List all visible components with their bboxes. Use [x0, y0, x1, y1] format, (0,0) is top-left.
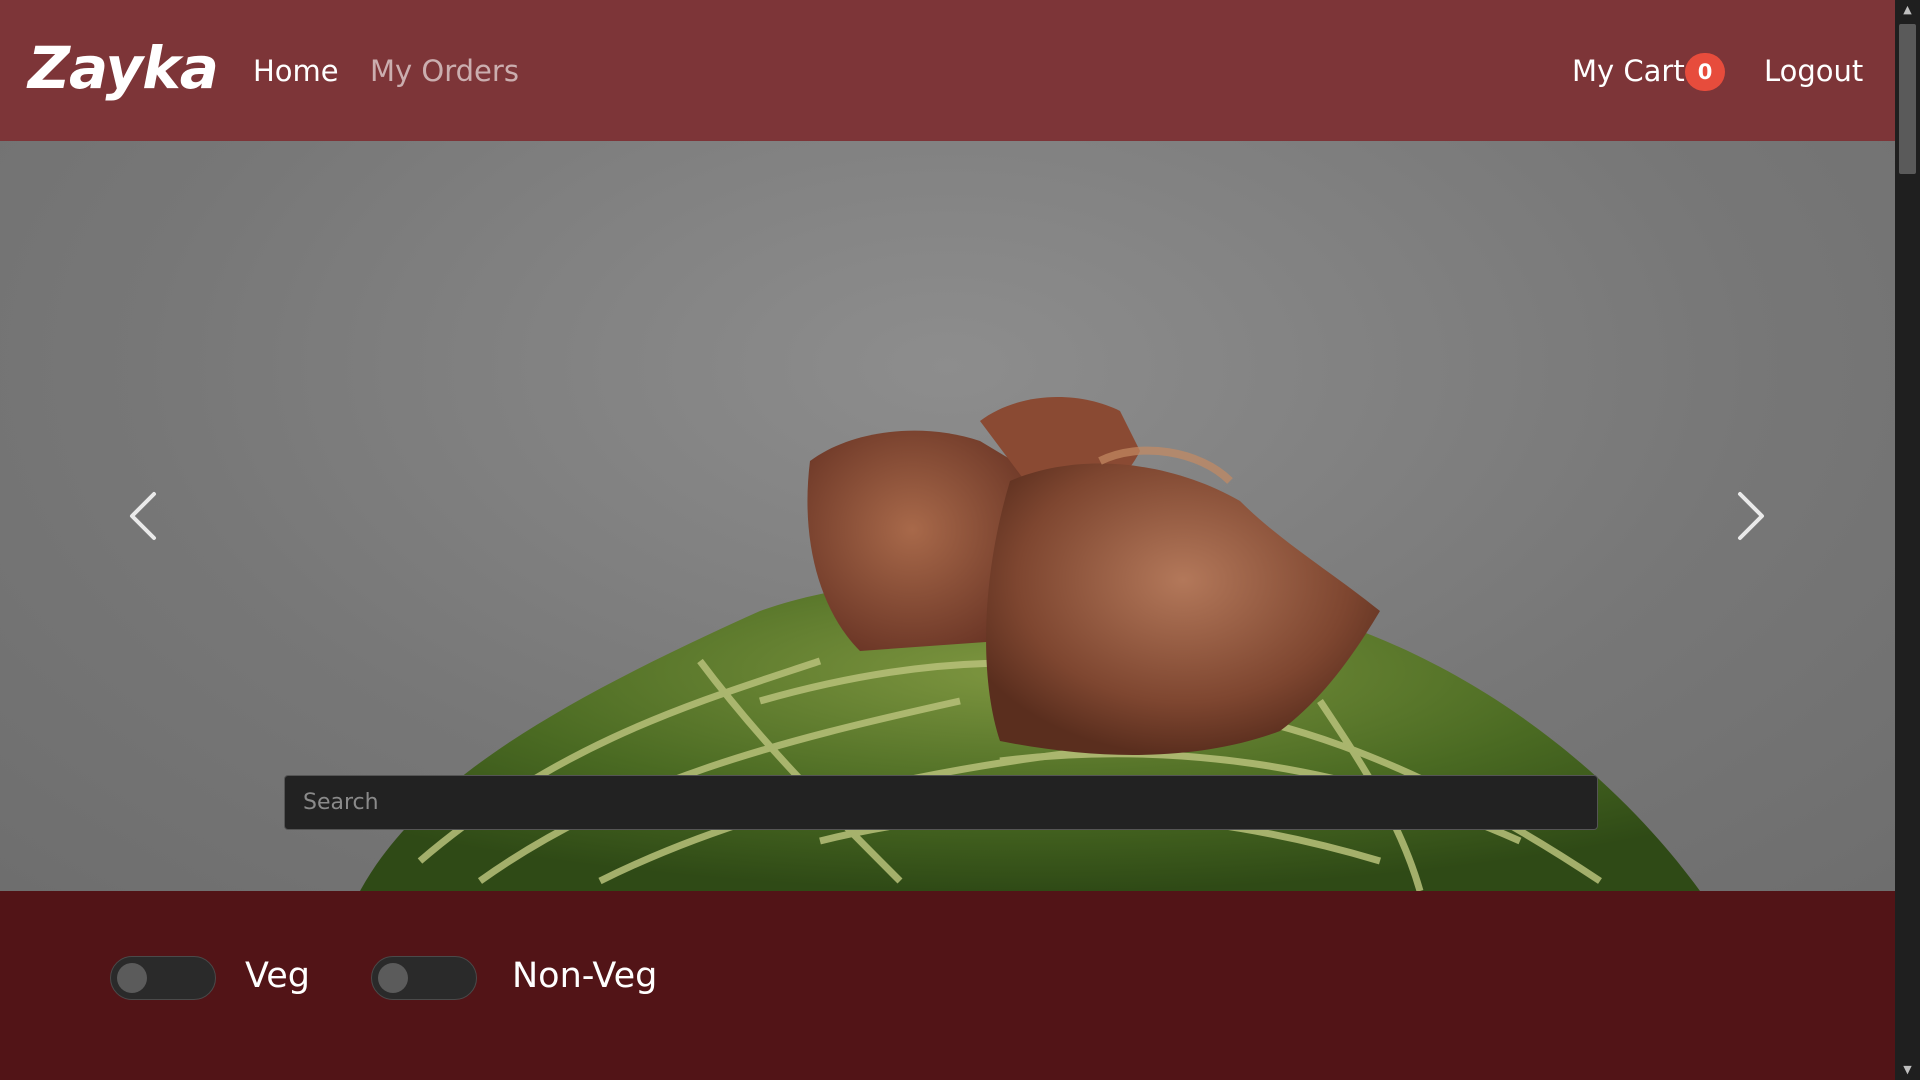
- nonveg-toggle-switch[interactable]: [371, 956, 477, 1000]
- carousel-next-button[interactable]: [1726, 486, 1776, 546]
- scrollbar-thumb[interactable]: [1899, 24, 1916, 174]
- veg-toggle-switch[interactable]: [110, 956, 216, 1000]
- toggle-knob: [378, 963, 408, 993]
- search-input[interactable]: [284, 775, 1598, 830]
- scroll-up-arrow-icon[interactable]: ▲: [1895, 0, 1920, 20]
- nav-home-link[interactable]: Home: [253, 50, 339, 92]
- brand-logo[interactable]: Zayka: [28, 32, 219, 104]
- nav-logout-link[interactable]: Logout: [1764, 50, 1863, 92]
- cart-count-badge[interactable]: 0: [1685, 53, 1725, 91]
- scroll-down-arrow-icon[interactable]: ▼: [1895, 1060, 1920, 1080]
- page-scrollbar[interactable]: ▲ ▼: [1895, 0, 1920, 1080]
- diet-filters: Veg Non-Veg: [0, 891, 1895, 1080]
- nav-my-orders-link[interactable]: My Orders: [370, 50, 519, 92]
- veg-toggle-label: Veg: [245, 956, 310, 996]
- nav-my-cart-link[interactable]: My Cart: [1572, 50, 1685, 92]
- toggle-knob: [117, 963, 147, 993]
- hero-carousel: [0, 141, 1895, 891]
- navbar: Zayka Home My Orders My Cart 0 Logout: [0, 0, 1895, 141]
- carousel-prev-button[interactable]: [118, 486, 168, 546]
- nonveg-toggle-label: Non-Veg: [512, 956, 658, 996]
